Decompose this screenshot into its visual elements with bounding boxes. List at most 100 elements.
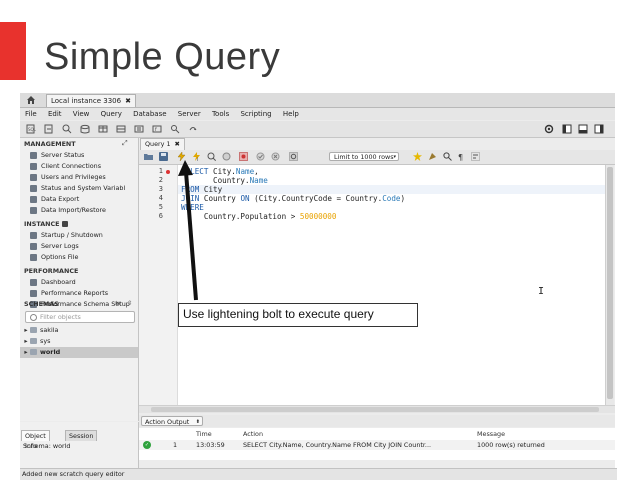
- nav-status-variables[interactable]: Status and System Variabl: [30, 184, 125, 192]
- menu-query[interactable]: Query: [101, 110, 122, 118]
- new-sql-tab-icon[interactable]: SQL: [26, 124, 36, 134]
- output-type-select[interactable]: Action Output ⬍: [141, 416, 203, 426]
- menu-help[interactable]: Help: [283, 110, 299, 118]
- col-header-time: Time: [196, 430, 212, 438]
- col-header-message: Message: [477, 430, 506, 438]
- menu-server[interactable]: Server: [178, 110, 201, 118]
- nav-server-logs[interactable]: Server Logs: [30, 242, 79, 250]
- dropdown-arrow-icon: ▾: [393, 154, 396, 160]
- expand-icon[interactable]: ⤢: [122, 139, 128, 148]
- nav-data-import[interactable]: Data Import/Restore: [30, 206, 106, 214]
- breakpoint-marker-icon: [166, 170, 170, 174]
- create-view-icon[interactable]: [116, 124, 126, 134]
- close-icon[interactable]: ✖: [175, 140, 180, 148]
- reports-icon: [30, 289, 37, 297]
- row-time: 13:03:59: [196, 441, 225, 449]
- status-icon: [30, 184, 37, 192]
- menu-database[interactable]: Database: [133, 110, 166, 118]
- action-output-table: Time Action Message ✓ 1 13:03:59 SELECT …: [139, 428, 615, 460]
- row-index: 1: [173, 441, 178, 449]
- menu-view[interactable]: View: [73, 110, 90, 118]
- open-sql-script-icon[interactable]: [44, 124, 54, 134]
- find-icon[interactable]: [443, 152, 452, 161]
- tab-session[interactable]: Session: [65, 430, 98, 441]
- code-line-5: WHERE: [181, 203, 204, 212]
- schema-sakila[interactable]: ▸ sakila: [20, 325, 138, 336]
- nav-data-export[interactable]: Data Export: [30, 195, 79, 203]
- schema-refresh-icon[interactable]: ⇆: [115, 299, 120, 307]
- sql-editor[interactable]: 1 2 3 4 5 6 SELECT City.Name, Country.Na…: [139, 165, 605, 406]
- schema-world[interactable]: ▸ world: [20, 347, 138, 358]
- expand-arrow-icon[interactable]: ▸: [22, 325, 30, 336]
- execute-lightning-bolt-icon[interactable]: [177, 152, 186, 161]
- toggle-output-icon[interactable]: [578, 124, 588, 134]
- navigator-sidebar: MANAGEMENT ⤢ Server Status Client Connec…: [20, 138, 139, 421]
- line-number: 4: [158, 194, 163, 202]
- beautify-star-icon[interactable]: [413, 152, 422, 161]
- export-icon: [30, 195, 37, 203]
- save-icon[interactable]: [159, 152, 168, 161]
- code-line-6: Country.Population > 50000000: [181, 212, 337, 221]
- nav-dashboard[interactable]: Dashboard: [30, 278, 76, 286]
- line-number: 5: [158, 203, 163, 211]
- nav-performance-reports[interactable]: Performance Reports: [30, 289, 108, 297]
- scroll-thumb[interactable]: [151, 407, 599, 412]
- toggle-continue-on-error-icon[interactable]: [239, 152, 248, 161]
- open-file-icon[interactable]: [144, 152, 153, 161]
- settings-gear-icon[interactable]: [544, 124, 554, 134]
- create-table-icon[interactable]: [98, 124, 108, 134]
- current-line-highlight: [178, 185, 605, 194]
- create-function-icon[interactable]: f: [152, 124, 162, 134]
- menu-scripting[interactable]: Scripting: [240, 110, 271, 118]
- close-icon[interactable]: ✖: [125, 97, 131, 105]
- nav-users-privileges[interactable]: Users and Privileges: [30, 173, 106, 181]
- menu-file[interactable]: File: [25, 110, 37, 118]
- explain-icon[interactable]: [207, 152, 216, 161]
- nav-startup-shutdown[interactable]: Startup / Shutdown: [30, 231, 103, 239]
- nav-client-connections[interactable]: Client Connections: [30, 162, 101, 170]
- scroll-thumb[interactable]: [607, 167, 613, 399]
- col-header-action: Action: [243, 430, 264, 438]
- nav-options-file[interactable]: Options File: [30, 253, 78, 261]
- query-tab[interactable]: Query 1 ✖: [140, 138, 185, 150]
- power-icon: [30, 231, 37, 239]
- limit-rows-select[interactable]: Limit to 1000 rows ▾: [329, 152, 399, 161]
- text-cursor-icon: I: [538, 286, 545, 297]
- line-number: 6: [158, 212, 163, 220]
- word-wrap-icon[interactable]: [471, 152, 480, 161]
- create-schema-icon[interactable]: [80, 124, 90, 134]
- wrench-icon: [30, 253, 37, 261]
- nav-server-status[interactable]: Server Status: [30, 151, 84, 159]
- dropdown-arrow-icon: ⬍: [195, 419, 200, 425]
- toggle-sidebar-icon[interactable]: [562, 124, 572, 134]
- menu-edit[interactable]: Edit: [48, 110, 62, 118]
- connection-tab[interactable]: Local instance 3306 ✖: [46, 94, 136, 107]
- tab-object-info[interactable]: Object Info: [21, 430, 50, 450]
- expand-arrow-icon[interactable]: ▸: [22, 336, 30, 347]
- row-message: 1000 row(s) returned: [477, 441, 545, 449]
- code-line-1: SELECT City.Name,: [181, 167, 259, 176]
- home-icon[interactable]: [26, 95, 36, 105]
- commit-icon[interactable]: [256, 152, 265, 161]
- editor-horizontal-scrollbar[interactable]: [139, 405, 615, 413]
- editor-vertical-scrollbar[interactable]: [605, 165, 614, 406]
- filter-objects-input[interactable]: Filter objects: [25, 311, 135, 323]
- execute-current-icon[interactable]: I: [192, 152, 201, 161]
- schemas-header: SCHEMAS: [24, 300, 59, 308]
- user-icon: [30, 173, 37, 181]
- invisible-chars-icon[interactable]: ¶: [457, 152, 466, 161]
- rollback-icon[interactable]: [271, 152, 280, 161]
- expand-arrow-icon[interactable]: ▸: [22, 347, 30, 358]
- snippet-icon[interactable]: [428, 152, 437, 161]
- line-number: 3: [158, 185, 163, 193]
- autocommit-toggle-icon[interactable]: [289, 152, 298, 161]
- menu-tools[interactable]: Tools: [212, 110, 229, 118]
- stop-icon[interactable]: [222, 152, 231, 161]
- toggle-secondary-sidebar-icon[interactable]: [594, 124, 604, 134]
- inspector-icon[interactable]: [62, 124, 72, 134]
- create-procedure-icon[interactable]: [134, 124, 144, 134]
- search-table-data-icon[interactable]: [170, 124, 180, 134]
- schema-collapse-icon[interactable]: ⇳: [127, 299, 132, 307]
- schema-sys[interactable]: ▸ sys: [20, 336, 138, 347]
- reconnect-icon[interactable]: [188, 124, 198, 134]
